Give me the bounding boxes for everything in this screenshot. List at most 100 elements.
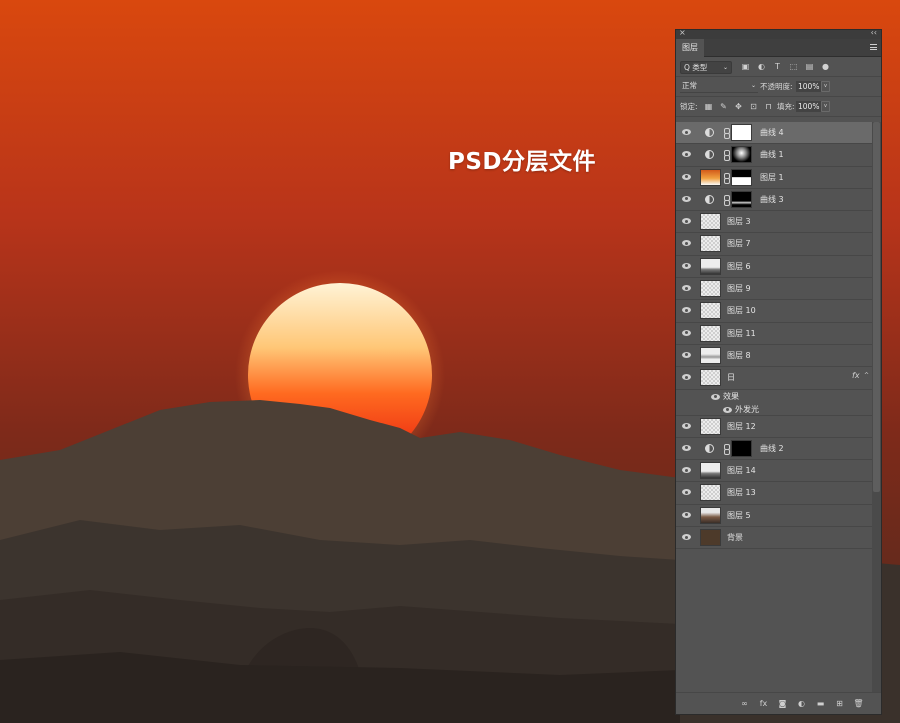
tab-layers[interactable]: 图层 bbox=[676, 39, 704, 57]
layer-thumbnail[interactable] bbox=[700, 417, 721, 435]
layer-row[interactable]: 图层 7 bbox=[676, 233, 872, 256]
mask-thumbnail[interactable] bbox=[731, 190, 752, 208]
visibility-eye-icon[interactable] bbox=[682, 351, 691, 358]
layer-thumbnail[interactable] bbox=[700, 257, 721, 275]
lock-position-icon[interactable]: ✥ bbox=[733, 101, 744, 112]
layer-name[interactable]: 图层 14 bbox=[727, 465, 756, 476]
visibility-eye-icon[interactable] bbox=[682, 329, 691, 336]
layer-name[interactable]: 图层 13 bbox=[727, 487, 756, 498]
mask-thumbnail[interactable] bbox=[731, 146, 752, 164]
layer-row[interactable]: 图层 3 bbox=[676, 211, 872, 234]
visibility-eye-icon[interactable] bbox=[682, 444, 691, 451]
layer-row[interactable]: 图层 14 bbox=[676, 460, 872, 483]
fx-icon[interactable]: fx bbox=[758, 698, 769, 709]
layer-name[interactable]: 图层 7 bbox=[727, 238, 751, 249]
layer-thumbnail[interactable] bbox=[700, 235, 721, 253]
layer-thumbnail[interactable] bbox=[700, 280, 721, 298]
mask-thumbnail[interactable] bbox=[731, 124, 752, 141]
layer-name[interactable]: 背景 bbox=[727, 532, 743, 543]
layer-name[interactable]: 图层 3 bbox=[727, 216, 751, 227]
mask-link-icon[interactable] bbox=[724, 149, 730, 162]
layer-thumbnail[interactable] bbox=[700, 302, 721, 320]
layer-thumbnail[interactable] bbox=[700, 462, 721, 480]
fill-input[interactable]: 100% bbox=[796, 101, 822, 112]
visibility-eye-icon[interactable] bbox=[682, 173, 691, 180]
layer-thumbnail[interactable] bbox=[700, 213, 721, 231]
layer-row[interactable]: 图层 8 bbox=[676, 344, 872, 368]
visibility-eye-icon[interactable] bbox=[682, 422, 691, 429]
adjustment-filter-icon[interactable]: ◐ bbox=[756, 61, 767, 72]
visibility-eye-icon[interactable] bbox=[682, 467, 691, 474]
visibility-eye-icon[interactable] bbox=[682, 489, 691, 496]
image-filter-icon[interactable]: ▣ bbox=[740, 61, 751, 72]
visibility-eye-icon[interactable] bbox=[682, 151, 691, 158]
collapse-icon[interactable]: ‹‹ bbox=[871, 28, 877, 37]
layer-thumbnail[interactable] bbox=[700, 484, 721, 502]
panel-menu-icon[interactable] bbox=[870, 44, 877, 50]
layer-row[interactable]: 曲线 2 bbox=[676, 437, 872, 461]
outer-glow-effect-row[interactable]: 外发光 bbox=[676, 402, 872, 416]
layer-row[interactable]: 日 fx ^ bbox=[676, 367, 872, 390]
layer-name[interactable]: 曲线 3 bbox=[760, 194, 784, 205]
layer-fx-icon[interactable]: fx bbox=[852, 371, 860, 380]
outer-glow-visibility-eye-icon[interactable] bbox=[723, 406, 732, 413]
mask-thumbnail[interactable] bbox=[731, 439, 752, 457]
link-layers-icon[interactable]: ∞ bbox=[739, 698, 750, 709]
visibility-eye-icon[interactable] bbox=[682, 285, 691, 292]
visibility-eye-icon[interactable] bbox=[682, 534, 691, 541]
layer-row[interactable]: 曲线 1 bbox=[676, 144, 872, 167]
layer-row[interactable]: 图层 10 bbox=[676, 300, 872, 323]
shape-filter-icon[interactable]: ⬚ bbox=[788, 61, 799, 72]
layer-row[interactable]: 图层 13 bbox=[676, 482, 872, 505]
layer-name[interactable]: 图层 6 bbox=[727, 261, 751, 272]
layer-thumbnail[interactable] bbox=[700, 369, 721, 387]
opacity-input[interactable]: 100% bbox=[796, 81, 822, 92]
mask-link-icon[interactable] bbox=[724, 172, 730, 184]
effects-row[interactable]: 效果 bbox=[676, 389, 872, 403]
layer-name[interactable]: 曲线 4 bbox=[760, 127, 784, 138]
layer-name[interactable]: 图层 10 bbox=[727, 305, 756, 316]
lock-artboard-icon[interactable]: ⊡ bbox=[748, 101, 759, 112]
layer-thumbnail[interactable] bbox=[700, 168, 721, 186]
visibility-eye-icon[interactable] bbox=[682, 262, 691, 269]
fill-dropdown-icon[interactable]: v bbox=[821, 101, 830, 112]
visibility-eye-icon[interactable] bbox=[682, 307, 691, 314]
visibility-eye-icon[interactable] bbox=[682, 511, 691, 518]
layer-row[interactable]: 图层 1 bbox=[676, 166, 872, 189]
filter-toggle-icon[interactable]: ● bbox=[820, 61, 831, 72]
mask-link-icon[interactable] bbox=[724, 127, 730, 139]
blend-mode-select[interactable]: 正常 ⌄ bbox=[680, 80, 758, 93]
close-icon[interactable]: × bbox=[679, 28, 686, 37]
opacity-dropdown-icon[interactable]: v bbox=[821, 81, 830, 92]
layer-name[interactable]: 图层 8 bbox=[727, 350, 751, 361]
layer-row[interactable]: 背景 bbox=[676, 527, 872, 550]
layer-thumbnail[interactable] bbox=[700, 506, 721, 524]
layer-list-scrollbar[interactable] bbox=[872, 122, 881, 694]
layer-name[interactable]: 图层 9 bbox=[727, 283, 751, 294]
lock-transparent-icon[interactable]: ▦ bbox=[703, 101, 714, 112]
mask-thumbnail[interactable] bbox=[731, 168, 752, 186]
visibility-eye-icon[interactable] bbox=[682, 240, 691, 247]
layer-row[interactable]: 曲线 4 bbox=[676, 122, 872, 145]
add-mask-icon[interactable]: ◙ bbox=[777, 698, 788, 709]
visibility-eye-icon[interactable] bbox=[682, 218, 691, 225]
lock-all-icon[interactable]: ⊓ bbox=[763, 101, 774, 112]
layer-thumbnail[interactable] bbox=[700, 324, 721, 342]
smart-object-filter-icon[interactable]: ▤ bbox=[804, 61, 815, 72]
effects-visibility-eye-icon[interactable] bbox=[711, 393, 720, 400]
layer-name[interactable]: 图层 12 bbox=[727, 421, 756, 432]
layer-name[interactable]: 曲线 1 bbox=[760, 149, 784, 160]
new-group-icon[interactable]: ▬ bbox=[815, 698, 826, 709]
layer-row[interactable]: 图层 9 bbox=[676, 278, 872, 301]
lock-image-icon[interactable]: ✎ bbox=[718, 101, 729, 112]
chevron-up-icon[interactable]: ^ bbox=[864, 372, 869, 379]
layer-name[interactable]: 图层 5 bbox=[727, 510, 751, 521]
layer-row[interactable]: 图层 5 bbox=[676, 504, 872, 528]
layer-row[interactable]: 图层 11 bbox=[676, 322, 872, 345]
layer-name[interactable]: 图层 1 bbox=[760, 172, 784, 183]
new-layer-icon[interactable]: ⊞ bbox=[834, 698, 845, 709]
delete-layer-icon[interactable]: 🗑 bbox=[853, 698, 864, 709]
layer-thumbnail[interactable] bbox=[700, 529, 721, 547]
layer-row[interactable]: 曲线 3 bbox=[676, 188, 872, 212]
visibility-eye-icon[interactable] bbox=[682, 129, 691, 135]
